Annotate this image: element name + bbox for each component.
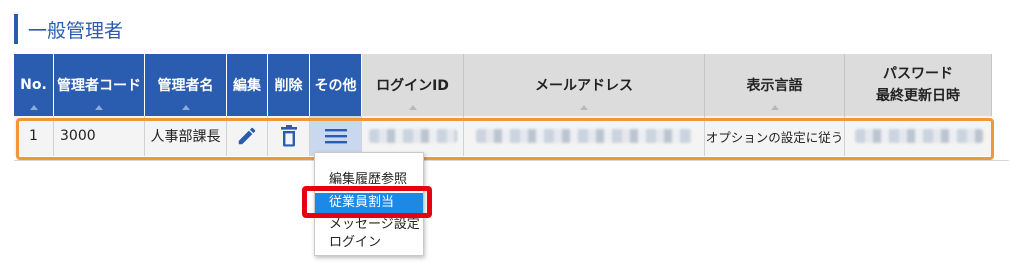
col-header-updated-label: 最終更新日時 — [876, 88, 960, 104]
col-header-code[interactable]: 管理者コード — [54, 54, 145, 116]
sort-arrow-icon — [770, 105, 779, 110]
row-highlight-border — [16, 118, 994, 160]
annotation-highlight-box — [302, 186, 432, 218]
col-header-other-label: その他 — [314, 78, 357, 94]
col-header-delete: 削除 — [268, 54, 310, 116]
col-header-other: その他 — [310, 54, 362, 116]
col-header-language[interactable]: 表示言語 — [705, 54, 845, 116]
col-header-login-id-label: ログインID — [376, 78, 449, 94]
col-header-password-label: パスワード — [883, 66, 953, 82]
col-header-email[interactable]: メールアドレス — [464, 54, 705, 116]
col-header-edit: 編集 — [227, 54, 268, 116]
menu-item-login[interactable]: ログイン — [315, 233, 423, 253]
col-header-delete-label: 削除 — [274, 78, 303, 94]
col-header-name-label: 管理者名 — [157, 78, 214, 94]
sort-arrow-icon — [95, 105, 103, 110]
sort-arrow-icon — [29, 105, 38, 110]
col-header-language-label: 表示言語 — [746, 78, 803, 94]
sort-arrow-icon — [181, 105, 190, 110]
sort-arrow-icon — [580, 105, 588, 110]
col-header-login-id[interactable]: ログインID — [362, 54, 464, 116]
section-title: 一般管理者 — [28, 19, 124, 42]
table-bottom-divider — [14, 160, 1009, 161]
section-accent-bar — [14, 14, 18, 44]
col-header-name[interactable]: 管理者名 — [145, 54, 227, 116]
col-header-edit-label: 編集 — [233, 78, 261, 94]
col-header-no-label: No. — [20, 77, 47, 93]
col-header-email-label: メールアドレス — [535, 78, 633, 94]
section-header: 一般管理者 — [14, 14, 123, 44]
menu-item-message-settings[interactable]: メッセージ設定 — [315, 215, 423, 235]
col-header-password-updated[interactable]: パスワード 最終更新日時 — [845, 54, 992, 116]
col-header-no[interactable]: No. — [14, 54, 54, 116]
sort-arrow-icon — [408, 105, 417, 110]
col-header-code-label: 管理者コード — [57, 78, 141, 94]
